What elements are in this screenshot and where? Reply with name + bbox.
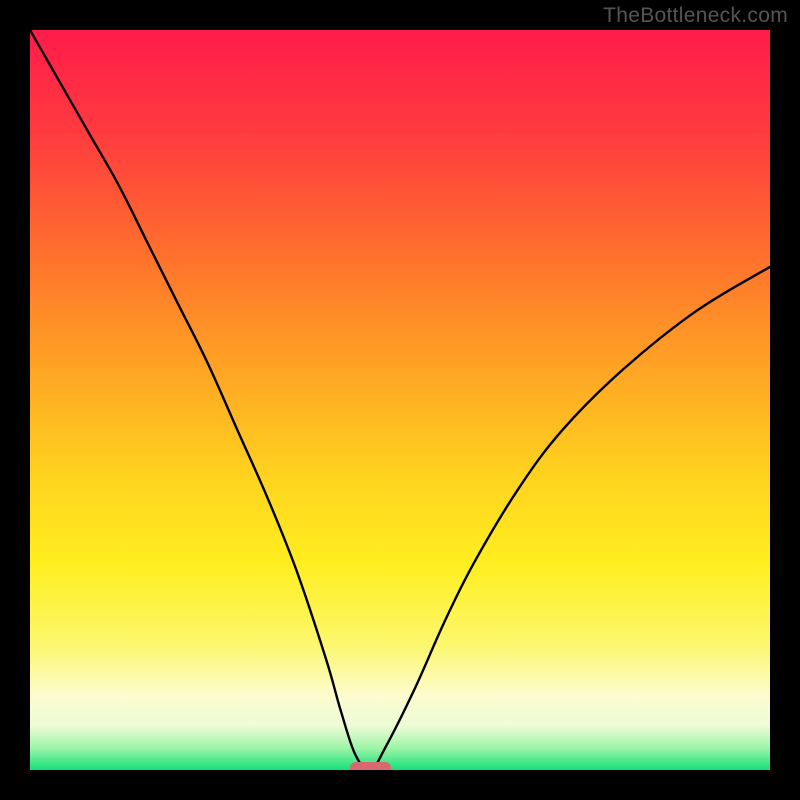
chart-frame: TheBottleneck.com <box>0 0 800 800</box>
curve-layer <box>30 30 770 770</box>
watermark-text: TheBottleneck.com <box>603 4 788 28</box>
bottleneck-curve <box>30 30 770 770</box>
plot-area <box>30 30 770 770</box>
optimal-marker <box>350 762 391 770</box>
